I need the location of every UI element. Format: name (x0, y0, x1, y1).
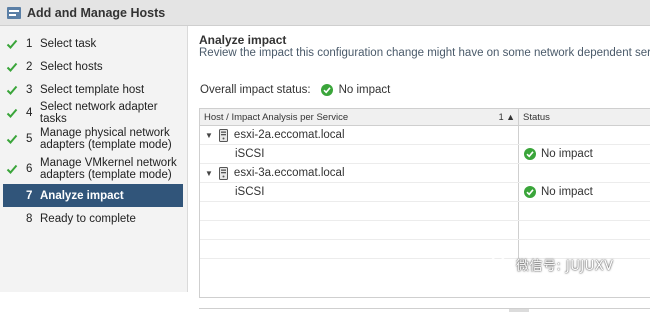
host-cell: ▼ esxi-2a.eccomat.local (200, 126, 519, 144)
host-name: esxi-2a.eccomat.local (233, 129, 345, 141)
step-number: 1 (26, 37, 33, 50)
step-number: 7 (26, 189, 33, 202)
host-cell: ▼ esxi-3a.eccomat.local (200, 164, 519, 182)
column-header-status[interactable]: Status (519, 109, 650, 125)
step-number: 5 (26, 133, 33, 145)
step-label: Select template host (40, 83, 145, 96)
service-name: iSCSI (235, 148, 265, 160)
empty-row (200, 202, 650, 221)
status-cell (519, 164, 650, 182)
step-label: Select network adapter tasks (39, 100, 158, 125)
step-select-template-host[interactable]: 3 Select template host (0, 78, 187, 101)
table-row[interactable]: iSCSI No impact (200, 145, 650, 164)
window-title: Add and Manage Hosts (27, 5, 166, 20)
step-number: 8 (26, 212, 33, 225)
step-analyze-impact[interactable]: 7 Analyze impact (3, 184, 183, 207)
page-title: Analyze impact (199, 33, 287, 47)
step-number: 3 (26, 83, 33, 96)
ok-status-icon (524, 186, 536, 198)
table-row[interactable]: ▼ esxi-3a.eccomat.local (200, 164, 650, 183)
step-select-hosts[interactable]: 2 Select hosts (0, 55, 187, 78)
step-number: 2 (26, 60, 33, 73)
step-number: 4 (25, 106, 33, 119)
empty-row (200, 221, 650, 240)
watermark-text: 微信号: JUJUXV (516, 259, 614, 274)
column-header-host-label: Host / Impact Analysis per Service (204, 111, 349, 123)
wizard-steps: 1 Select task 2 Select hosts 3 Select te… (0, 26, 188, 292)
service-name: iSCSI (235, 186, 265, 198)
overall-impact-label: Overall impact status: (200, 84, 311, 96)
wechat-icon (490, 256, 510, 273)
step-label: Select task (40, 37, 97, 50)
overall-impact-value: No impact (338, 84, 391, 96)
status-text: No impact (541, 148, 593, 160)
empty-cell (519, 221, 650, 239)
status-cell (519, 126, 650, 144)
ok-status-icon (320, 84, 333, 96)
overall-impact-status: Overall impact status: No impact (200, 84, 390, 96)
empty-cell (200, 240, 519, 258)
step-label: Analyze impact (40, 189, 124, 202)
empty-cell (519, 202, 650, 220)
status-cell: No impact (519, 183, 650, 201)
checkmark-icon (5, 61, 19, 73)
window-titlebar: Add and Manage Hosts (0, 0, 650, 26)
table-row[interactable]: ▼ esxi-2a.eccomat.local (200, 126, 650, 145)
step-label: Manage VMkernel network adapters (templat… (40, 157, 177, 181)
sort-indicator[interactable]: 1 ▲ (499, 112, 515, 122)
step-manage-vmkernel-adapters[interactable]: 6 Manage VMkernel network adapters (templ… (0, 154, 187, 184)
empty-cell (200, 202, 519, 220)
step-ready-to-complete[interactable]: 8 Ready to complete (0, 207, 187, 230)
status-cell: No impact (519, 145, 650, 163)
step-select-network-adapter-tasks[interactable]: 4 Select network adapter tasks (0, 100, 187, 125)
column-header-host[interactable]: Host / Impact Analysis per Service 1 ▲ (200, 109, 519, 125)
wizard-icon (6, 5, 22, 21)
checkmark-icon (5, 38, 19, 50)
checkmark-icon (5, 84, 19, 96)
ok-status-icon (524, 148, 536, 160)
main-panel: Analyze impact Review the impact this co… (188, 26, 650, 312)
table-row[interactable]: iSCSI No impact (200, 183, 650, 202)
service-cell: iSCSI (200, 183, 519, 201)
expand-triangle-icon[interactable]: ▼ (205, 131, 213, 140)
step-number: 6 (26, 163, 33, 175)
step-label-line1: Manage VMkernel network (40, 157, 177, 169)
page-description: Review the impact this configuration cha… (199, 47, 650, 59)
step-manage-physical-adapters[interactable]: 5 Manage physical network adapters (templ… (0, 124, 187, 154)
expand-triangle-icon[interactable]: ▼ (205, 169, 213, 178)
step-label-line2: adapters (template mode) (40, 139, 172, 151)
checkmark-icon (5, 107, 19, 119)
step-select-task[interactable]: 1 Select task (0, 32, 187, 55)
column-header-status-label: Status (523, 111, 550, 123)
checkmark-icon (5, 163, 19, 175)
status-text: No impact (541, 186, 593, 198)
grid-header: Host / Impact Analysis per Service 1 ▲ S… (200, 109, 650, 126)
host-name: esxi-3a.eccomat.local (233, 167, 345, 179)
empty-cell (200, 221, 519, 239)
server-icon (218, 166, 228, 180)
checkmark-icon (5, 133, 19, 145)
step-label: Select hosts (40, 60, 103, 73)
horizontal-scrollbar[interactable] (199, 308, 650, 312)
step-label-line2: adapters (template mode) (40, 169, 172, 181)
service-cell: iSCSI (200, 145, 519, 163)
server-icon (218, 128, 228, 142)
step-label: Manage physical network adapters (templat… (40, 127, 172, 151)
step-label-line1: Manage physical network (40, 127, 170, 139)
watermark: 微信号: JUJUXV (490, 255, 614, 274)
step-label: Ready to complete (40, 212, 136, 225)
